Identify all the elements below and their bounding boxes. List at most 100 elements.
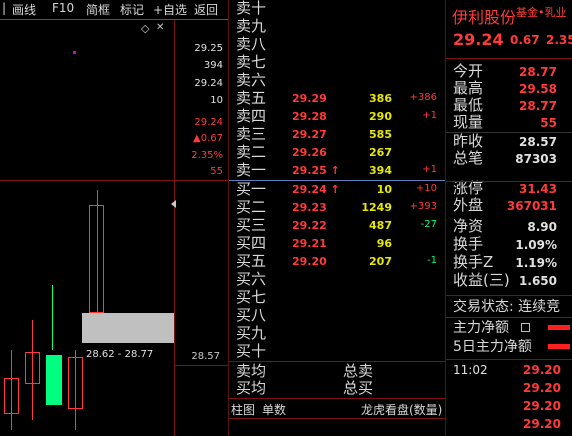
close-icon[interactable]: ✕ (156, 22, 164, 33)
simple-frame-button[interactable]: 简框 (86, 1, 110, 18)
main-net-label: 主力净额 (453, 320, 509, 336)
right-panel-divider (445, 0, 446, 436)
buy-level-label: 买九 (236, 324, 267, 342)
buy-level-price[interactable]: 29.24 ↑ (292, 183, 340, 196)
candle-up (89, 205, 104, 313)
mark-button[interactable]: 标记 (120, 1, 144, 18)
sell-level-price[interactable]: 29.29 (292, 92, 327, 105)
stat-label: 涨停 (453, 179, 484, 197)
sell-level-label: 卖一 (236, 161, 267, 179)
total-sell-label: 总卖 (343, 362, 374, 380)
buy-level-price[interactable]: 29.21 (292, 237, 327, 250)
sell-level-volume: 394 (369, 164, 392, 177)
buy-level-label: 买八 (236, 306, 267, 324)
main-net-bar (548, 325, 570, 330)
f10-button[interactable]: F10 (52, 1, 74, 15)
buy-level-label: 买一 (236, 180, 267, 198)
chart-axis-line (174, 20, 175, 436)
buy-level-change: -1 (427, 255, 437, 266)
main-net-5d-label: 5日主力净额 (453, 339, 532, 355)
buy-level-label: 买二 (236, 198, 267, 216)
tab-order-count[interactable]: 单数 (262, 401, 286, 418)
avg-buy-label: 买均 (236, 379, 267, 397)
tick-price: 29.20 (523, 363, 561, 377)
marker-dot (73, 51, 76, 54)
trade-status-divider (446, 317, 572, 318)
stat-label: 今开 (453, 62, 484, 80)
sell-level-label: 卖九 (236, 17, 267, 35)
buy-level-label: 买十 (236, 342, 267, 360)
tab-bar-chart[interactable]: 柱图 (231, 401, 255, 418)
axis-price-top: 29.25 (194, 43, 223, 54)
diamond-icon[interactable]: ◇ (141, 22, 149, 35)
candle-wick (52, 285, 53, 350)
toolbar-separator: | (2, 1, 7, 15)
sell-level-change: +386 (409, 92, 437, 103)
toolbar-divider (0, 19, 228, 20)
sell-level-label: 卖十 (236, 0, 267, 17)
sell-level-price[interactable]: 29.25 ↑ (292, 164, 340, 177)
buy-level-price[interactable]: 29.20 (292, 255, 327, 268)
tick-time: 11:02 (453, 363, 488, 377)
tick-price: 29.20 (523, 417, 561, 431)
trade-status: 交易状态: 连续竞 (453, 299, 561, 315)
table-icon[interactable] (521, 323, 530, 332)
sell-level-label: 卖五 (236, 89, 267, 107)
buy-level-label: 买四 (236, 234, 267, 252)
stat-value: 31.43 (519, 182, 557, 196)
chart-grid-line (0, 180, 228, 181)
stat-value: 8.90 (527, 220, 557, 234)
sell-level-label: 卖三 (236, 125, 267, 143)
price-change: 0.67 (510, 33, 540, 47)
stat-label: 总笔 (453, 149, 484, 167)
candle-down (46, 355, 62, 405)
sell-level-price[interactable]: 29.26 (292, 146, 327, 159)
stat-label: 现量 (453, 113, 484, 131)
buy-level-volume: 207 (369, 255, 392, 268)
sell-level-change: +1 (422, 110, 437, 121)
total-buy-label: 总买 (343, 379, 374, 397)
add-favorite-button[interactable]: +自选 (153, 1, 187, 18)
stat-value: 367031 (506, 199, 557, 213)
buy-level-price[interactable]: 29.22 (292, 219, 327, 232)
back-button[interactable]: 返回 (194, 1, 218, 18)
buy-level-change: +393 (409, 201, 437, 212)
sell-level-label: 卖二 (236, 143, 267, 161)
sell-level-label: 卖六 (236, 71, 267, 89)
stat-label: 收益(三) (453, 271, 510, 289)
buy-level-label: 买三 (236, 216, 267, 234)
stat-label: 昨收 (453, 132, 484, 150)
tick-price: 29.20 (523, 399, 561, 413)
candle-up (25, 352, 40, 384)
tab-dragon-tiger[interactable]: 龙虎看盘(数量) (361, 401, 442, 418)
stock-industry: 基金•乳业 (516, 6, 567, 19)
axis-price-mid: 29.24 (194, 117, 223, 128)
tab-bar-divider (229, 398, 445, 399)
stats-divider-3 (446, 295, 572, 296)
draw-line-button[interactable]: 画线 (12, 1, 36, 18)
buy-level-label: 买五 (236, 252, 267, 270)
tab-bar-bottom (229, 418, 445, 419)
axis-price-bottom: 28.57 (191, 351, 220, 362)
buy-level-volume: 487 (369, 219, 392, 232)
price-range-label: 28.62 - 28.77 (86, 349, 154, 360)
stat-value: 28.77 (519, 99, 557, 113)
axis-vol-top: 394 (203, 60, 223, 71)
stats-divider-1 (446, 132, 572, 133)
buy-level-volume: 10 (376, 183, 392, 196)
sell-level-volume: 290 (369, 110, 392, 123)
sell-level-price[interactable]: 29.27 (292, 128, 327, 141)
panel-divider (228, 0, 229, 436)
stock-name: 伊利股份 (452, 8, 517, 27)
stat-label: 外盘 (453, 196, 484, 214)
stat-value: 28.77 (519, 65, 557, 79)
sell-level-label: 卖四 (236, 107, 267, 125)
stat-value: 87303 (515, 152, 557, 166)
sell-level-price[interactable]: 29.28 (292, 110, 327, 123)
stat-label: 换手Z (453, 253, 494, 271)
stat-value: 1.09% (515, 238, 557, 252)
stat-label: 最低 (453, 96, 484, 114)
buy-level-volume: 1249 (361, 201, 392, 214)
stat-label: 换手 (453, 235, 484, 253)
buy-level-price[interactable]: 29.23 (292, 201, 327, 214)
